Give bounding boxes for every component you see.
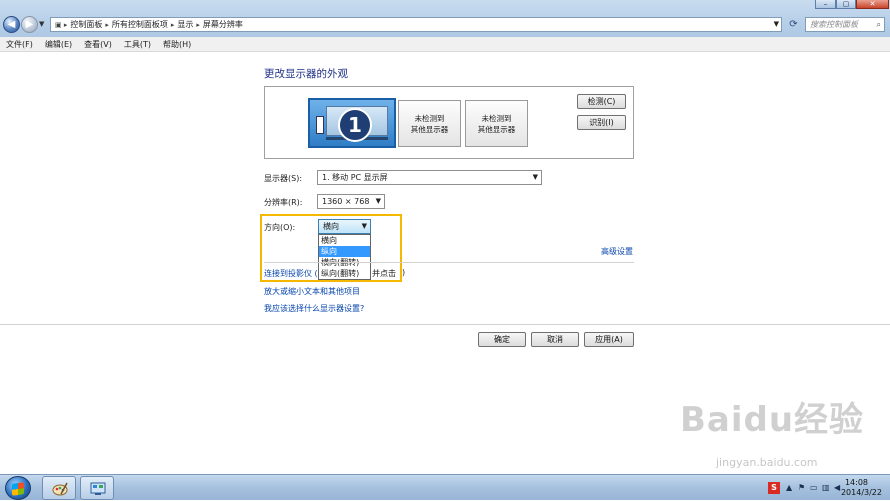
undetected-monitor-2[interactable]: 未检测到 其他显示器	[465, 100, 528, 147]
breadcrumb-display[interactable]: 显示	[177, 19, 193, 30]
undetected-monitor-label: 其他显示器	[477, 124, 516, 134]
back-button[interactable]: ◀	[3, 16, 20, 33]
chevron-down-icon[interactable]: ▼	[774, 20, 779, 28]
orientation-option-landscape[interactable]: 横向	[319, 235, 370, 246]
menu-edit[interactable]: 编辑(E)	[39, 39, 78, 50]
display-select[interactable]: 1. 移动 PC 显示屏 ▼	[317, 170, 542, 185]
volume-icon[interactable]: ◀	[834, 483, 840, 492]
display-select-value: 1. 移动 PC 显示屏	[322, 173, 388, 182]
chevron-down-icon[interactable]: ▼	[362, 220, 367, 233]
breadcrumb-arrow-icon[interactable]: ▸	[171, 21, 175, 29]
clock-date[interactable]: 2014/3/22	[841, 488, 882, 497]
chevron-up-icon[interactable]: ▲	[786, 483, 792, 492]
breadcrumb-arrow-icon[interactable]: ▸	[105, 21, 109, 29]
divider	[0, 324, 890, 325]
enlarge-text-link[interactable]: 放大或缩小文本和其他项目	[264, 286, 360, 297]
menu-bar: 文件(F) 编辑(E) 查看(V) 工具(T) 帮助(H)	[0, 37, 890, 52]
ime-indicator-icon[interactable]: S	[768, 482, 780, 494]
which-settings-link[interactable]: 我应该选择什么显示器设置?	[264, 303, 364, 314]
orientation-select[interactable]: 横向 ▼	[318, 219, 371, 234]
orientation-select-value: 横向	[323, 222, 339, 231]
battery-icon[interactable]: ▭	[810, 483, 818, 492]
menu-help[interactable]: 帮助(H)	[157, 39, 197, 50]
orientation-option-portrait-flipped[interactable]: 纵向(翻转)	[319, 268, 370, 279]
menu-file[interactable]: 文件(F)	[0, 39, 39, 50]
close-button[interactable]: ✕	[856, 0, 889, 9]
taskbar: S ▲ ⚑ ▭ ▥ ◀ 14:08 2014/3/22	[0, 474, 890, 500]
taskbar-control-panel-button[interactable]	[80, 476, 114, 500]
paint-icon	[52, 482, 68, 496]
cancel-button[interactable]: 取消	[531, 332, 579, 347]
ok-button[interactable]: 确定	[478, 332, 526, 347]
address-bar[interactable]: ▣ ▸ 控制面板 ▸ 所有控制面板项 ▸ 显示 ▸ 屏幕分辨率 ▼	[50, 17, 782, 32]
menu-tools[interactable]: 工具(T)	[118, 39, 157, 50]
control-panel-icon: ▣ ▸	[55, 20, 68, 29]
resolution-label: 分辨率(R):	[264, 198, 303, 207]
chevron-down-icon[interactable]: ▼	[533, 171, 538, 184]
resolution-select-value: 1360 × 768	[322, 197, 370, 206]
orientation-dropdown-list: 横向 纵向 横向(翻转) 纵向(翻转)	[318, 234, 371, 280]
breadcrumb-arrow-icon[interactable]: ▸	[196, 21, 200, 29]
maximize-button[interactable]: ▢	[836, 0, 856, 9]
forward-button[interactable]: ▶	[21, 16, 38, 33]
advanced-settings-link[interactable]: 高级设置	[601, 246, 633, 257]
projector-hint-close: )	[402, 268, 406, 277]
undetected-monitor-label: 未检测到	[414, 113, 445, 123]
search-placeholder: 搜索控制面板	[810, 20, 858, 29]
flag-icon[interactable]: ⚑	[798, 483, 805, 492]
chevron-down-icon[interactable]: ▼	[376, 195, 381, 208]
projector-link[interactable]: 连接到投影仪 (	[264, 268, 318, 279]
refresh-icon[interactable]: ⟳	[786, 17, 801, 32]
breadcrumb-resolution[interactable]: 屏幕分辨率	[203, 19, 243, 30]
clock-time[interactable]: 14:08	[845, 478, 868, 487]
resolution-select[interactable]: 1360 × 768 ▼	[317, 194, 385, 209]
menu-view[interactable]: 查看(V)	[78, 39, 118, 50]
taskbar-paint-button[interactable]	[42, 476, 76, 500]
windows-logo-icon	[12, 482, 24, 496]
display-label: 显示器(S):	[264, 174, 303, 183]
undetected-monitor-label: 其他显示器	[410, 124, 449, 134]
orientation-label: 方向(O):	[264, 223, 296, 232]
divider	[264, 262, 634, 263]
start-button[interactable]	[5, 476, 31, 500]
monitor-mini-icon	[316, 116, 324, 134]
recent-pages-dropdown-icon[interactable]: ▼	[39, 20, 44, 28]
detect-button[interactable]: 检测(C)	[577, 94, 626, 109]
control-panel-icon	[90, 482, 106, 495]
orientation-option-portrait[interactable]: 纵向	[319, 246, 370, 257]
monitor-number-badge: 1	[338, 108, 372, 142]
breadcrumb-all-items[interactable]: 所有控制面板项	[112, 19, 168, 30]
network-icon[interactable]: ▥	[822, 483, 830, 492]
identify-button[interactable]: 识别(I)	[577, 115, 626, 130]
baidu-watermark-logo: Baidu经验	[680, 400, 865, 440]
search-icon[interactable]: ⌕	[877, 18, 881, 31]
undetected-monitor-1[interactable]: 未检测到 其他显示器	[398, 100, 461, 147]
minimize-button[interactable]: –	[815, 0, 836, 9]
title-bar: – ▢ ✕ ◀ ▶ ▼ ▣ ▸ 控制面板 ▸ 所有控制面板项 ▸ 显示 ▸ 屏幕…	[0, 0, 890, 37]
baidu-watermark-url: jingyan.baidu.com	[716, 456, 818, 469]
apply-button[interactable]: 应用(A)	[584, 332, 634, 347]
projector-hint-text: 并点击	[372, 269, 396, 278]
primary-monitor[interactable]: 1	[308, 98, 396, 148]
page-title: 更改显示器的外观	[264, 68, 348, 80]
undetected-monitor-label: 未检测到	[481, 113, 512, 123]
search-input[interactable]: 搜索控制面板 ⌕	[805, 17, 885, 32]
monitor-panel: 1 未检测到 其他显示器 未检测到 其他显示器 检测(C) 识别(I)	[264, 86, 634, 159]
breadcrumb-control-panel[interactable]: 控制面板	[70, 19, 102, 30]
system-tray: S ▲ ⚑ ▭ ▥ ◀ 14:08 2014/3/22	[762, 475, 890, 501]
